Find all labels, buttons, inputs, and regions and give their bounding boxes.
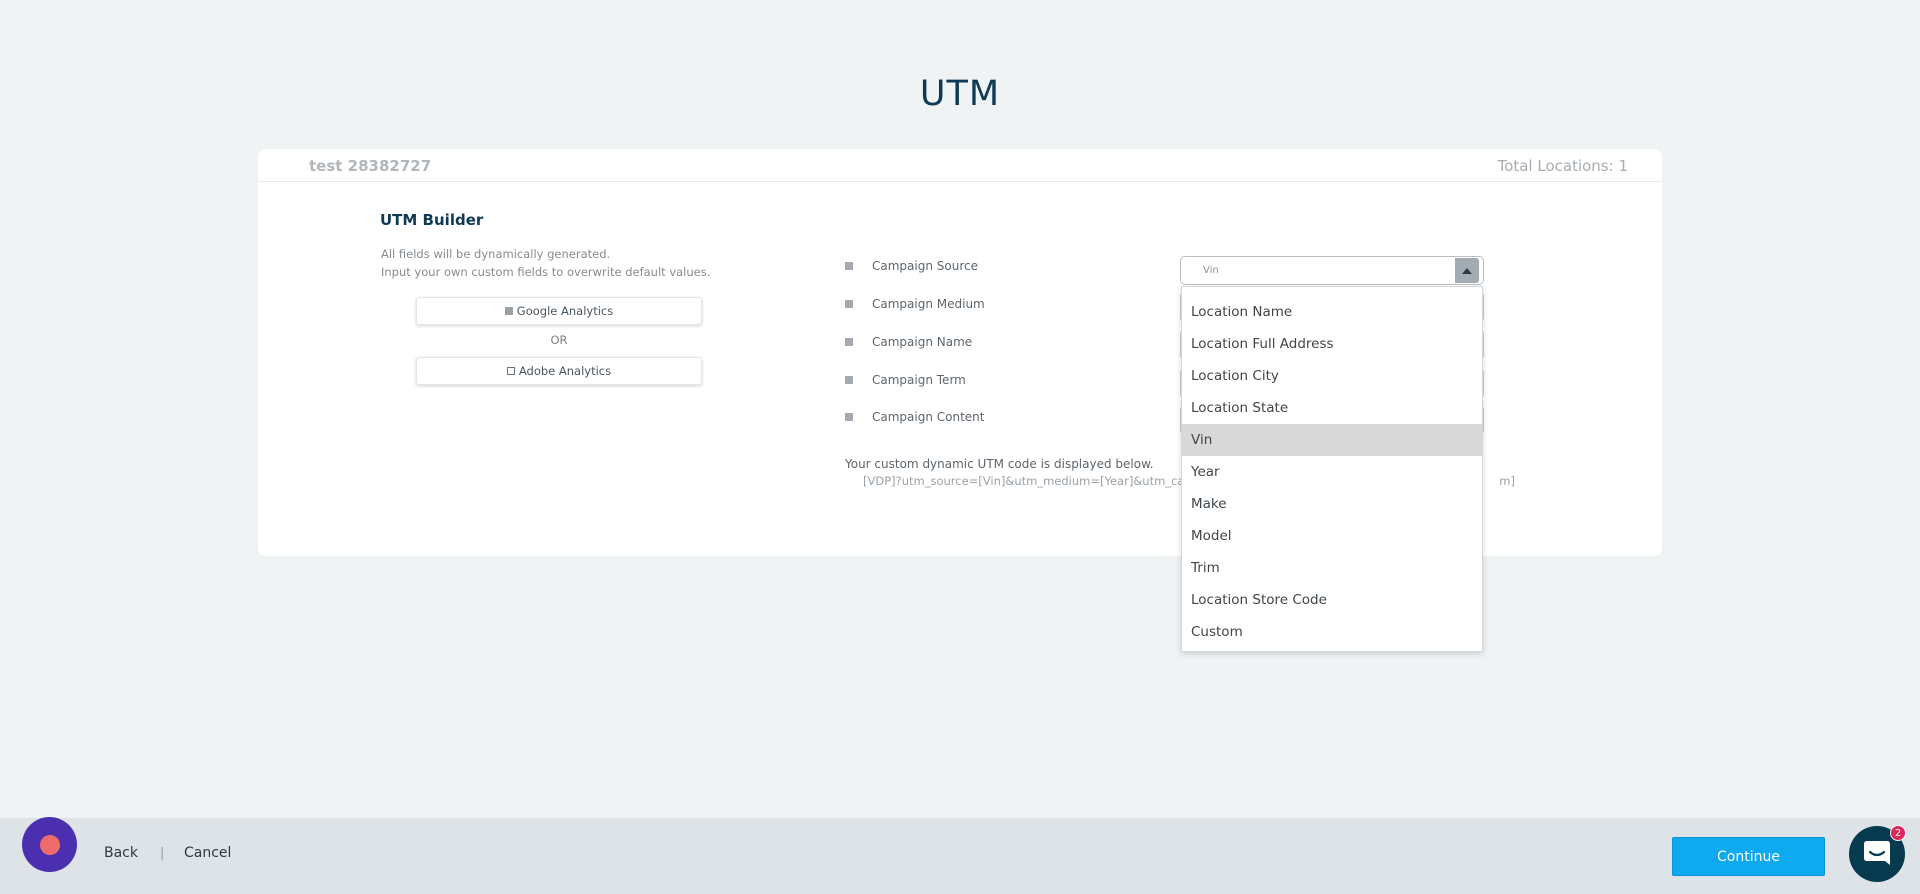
chat-bubble-icon: [1864, 841, 1890, 865]
field-label: Campaign Source: [872, 259, 978, 273]
dropdown-option[interactable]: Vin: [1182, 424, 1482, 456]
bullet-icon: [845, 413, 853, 421]
dropdown-option[interactable]: Trim: [1182, 552, 1482, 584]
field-row-campaign-source: Campaign Source: [845, 258, 978, 274]
chevron-up-icon: [1462, 267, 1472, 274]
dropdown-option[interactable]: Custom: [1182, 616, 1482, 648]
checkbox-empty-icon: [506, 367, 515, 375]
bullet-icon: [845, 300, 853, 308]
dropdown-option[interactable]: Location City: [1182, 360, 1482, 392]
field-row-campaign-content: Campaign Content: [845, 409, 985, 425]
bullet-icon: [845, 376, 853, 384]
field-row-campaign-name: Campaign Name: [845, 334, 972, 350]
footer-separator: |: [160, 846, 165, 861]
footer-bar: [0, 818, 1920, 894]
dropdown-option[interactable]: Make: [1182, 488, 1482, 520]
bot-dot-icon: [39, 834, 60, 855]
bot-launcher[interactable]: [22, 817, 77, 872]
field-row-campaign-medium: Campaign Medium: [845, 296, 985, 312]
account-name: test 28382727: [309, 157, 432, 175]
dropdown-option[interactable]: Location Store Code: [1182, 584, 1482, 616]
dropdown-option[interactable]: Model: [1182, 520, 1482, 552]
total-locations: Total Locations: 1: [1497, 157, 1628, 175]
builder-desc-line1: All fields will be dynamically generated…: [381, 247, 611, 261]
card-header: test 28382727 Total Locations: 1: [258, 149, 1662, 182]
field-label: Campaign Content: [872, 410, 985, 424]
cancel-link[interactable]: Cancel: [184, 845, 231, 861]
select-arrow[interactable]: [1455, 258, 1479, 283]
field-label: Campaign Name: [872, 335, 973, 349]
page-title: UTM: [919, 74, 1001, 114]
chat-badge: 2: [1890, 825, 1906, 841]
adobe-analytics-button[interactable]: Adobe Analytics: [416, 357, 702, 385]
bullet-icon: [845, 338, 853, 346]
dropdown-option[interactable]: Location State: [1182, 392, 1482, 424]
field-label: Campaign Term: [872, 373, 966, 387]
field-label: Campaign Medium: [872, 297, 985, 311]
dropdown-option[interactable]: Location Name: [1182, 296, 1482, 328]
back-link[interactable]: Back: [104, 845, 138, 861]
or-divider: OR: [550, 333, 568, 347]
dropdown-option[interactable]: Location Full Address: [1182, 328, 1482, 360]
campaign-source-dropdown: Location Name Location Full Address Locati…: [1181, 286, 1483, 652]
checkbox-filled-icon: [504, 307, 513, 315]
custom-code-end: m]: [1499, 474, 1515, 488]
bullet-icon: [845, 262, 853, 270]
custom-code-label: Your custom dynamic UTM code is displaye…: [845, 457, 1154, 471]
dropdown-option[interactable]: Year: [1182, 456, 1482, 488]
builder-title: UTM Builder: [380, 211, 484, 229]
campaign-source-select[interactable]: Vin: [1180, 256, 1484, 285]
google-analytics-button[interactable]: Google Analytics: [416, 297, 702, 325]
builder-description: All fields will be dynamically generated…: [381, 245, 710, 281]
continue-button[interactable]: Continue: [1672, 837, 1825, 876]
select-value: Vin: [1203, 265, 1219, 276]
builder-desc-line2: Input your own custom fields to overwrit…: [381, 265, 711, 279]
custom-code-start: [VDP]?utm_source=[Vin]&utm_medium=[Year]…: [863, 474, 1192, 488]
adobe-analytics-label: Adobe Analytics: [518, 364, 612, 378]
google-analytics-label: Google Analytics: [516, 304, 614, 318]
field-row-campaign-term: Campaign Term: [845, 372, 966, 388]
